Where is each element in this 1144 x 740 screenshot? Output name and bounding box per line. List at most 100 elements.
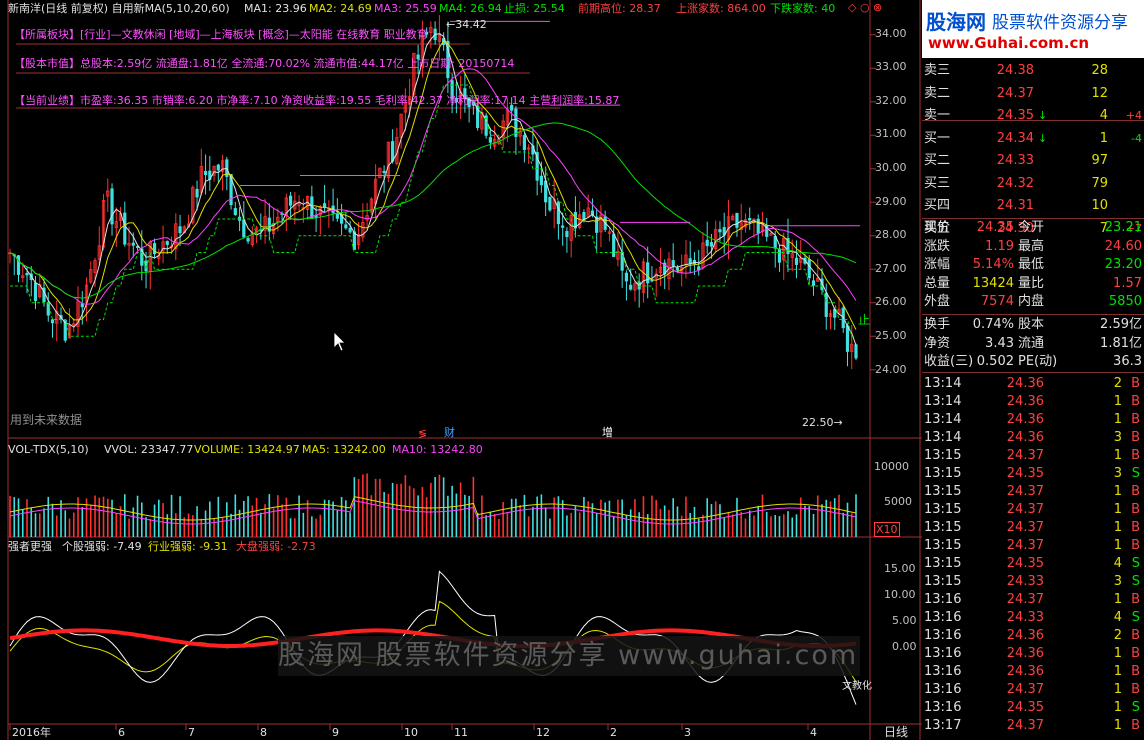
finance-mark[interactable]: 财 (444, 426, 455, 439)
stock-title: 新南洋(日线 前复权) 自用新MA(5,10,20,60) (8, 2, 230, 15)
quote-value: 23.21 (1104, 220, 1142, 235)
tick-row[interactable]: 13:15 24.37 1 B (922, 537, 1144, 555)
tick-row[interactable]: 13:14 24.36 1 B (922, 411, 1144, 429)
x-axis-label: 7 (188, 726, 195, 739)
tick-price: 24.36 (1006, 664, 1044, 679)
tick-time: 13:15 (924, 556, 962, 571)
candle-body (50, 319, 55, 324)
order-price: 24.37 (996, 85, 1034, 101)
tick-row[interactable]: 13:16 24.36 2 B (922, 627, 1144, 645)
quote-value: 36.3 (1113, 354, 1142, 370)
volume-label: VOLUME: 13424.97 (194, 443, 300, 456)
candle-body (854, 344, 858, 359)
settings-icon[interactable]: ◇ ○ ⊗ (848, 1, 882, 14)
quote-value: 13424 (972, 275, 1014, 291)
industry-strength: 行业强弱: -9.31 (148, 540, 228, 553)
ma2-label: MA2: 24.69 (309, 2, 372, 15)
tick-row[interactable]: 13:15 24.35 3 S (922, 465, 1144, 483)
candle-body (335, 213, 339, 219)
order-price: 24.33 (996, 153, 1034, 168)
strength-axis-5: 5.00 (892, 614, 917, 627)
candle-body (556, 201, 561, 225)
market-strength: 大盘强弱: -2.73 (236, 540, 316, 553)
quote-key: 最低 (1018, 257, 1045, 273)
quote-key: 内盘 (1018, 294, 1045, 310)
tick-row[interactable]: 13:16 24.36 1 B (922, 663, 1144, 681)
order-volume: 97 (1091, 153, 1108, 168)
order-price: 24.35 (996, 108, 1034, 123)
high-marker: ←34.42 (446, 18, 487, 31)
tick-row[interactable]: 13:14 24.36 2 B (922, 375, 1144, 393)
order-change: -4 (1131, 131, 1142, 145)
tick-side: B (1131, 394, 1140, 409)
strength-tail-label: 文教化 (842, 681, 872, 692)
tick-side: S (1131, 556, 1140, 571)
quote-panel: 股海网 股票软件资源分享 www.Guhai.com.cn 卖三 24.38 28 卖… (922, 0, 1144, 740)
tick-time: 13:14 (924, 430, 962, 445)
brand-url: www.Guhai.com.cn (928, 34, 1090, 52)
tick-time: 13:16 (924, 664, 962, 679)
tick-row[interactable]: 13:15 24.33 3 S (922, 573, 1144, 591)
quote-key: 涨幅 (924, 257, 951, 273)
info-sector: 【所属板块】[行业]—文教休闲 [地域]—上海板块 [概念]—太阳能 在线教育 … (14, 28, 428, 41)
quote-key: 涨跌 (924, 238, 951, 254)
tick-side: B (1131, 646, 1140, 661)
order-label: 卖三 (924, 63, 951, 78)
tick-row[interactable]: 13:14 24.36 3 B (922, 429, 1144, 447)
increase-mark[interactable]: 增 (602, 426, 613, 439)
tick-row[interactable]: 13:17 24.37 1 B (922, 717, 1144, 735)
period-tab[interactable]: 日线 (884, 726, 908, 739)
tick-row[interactable]: 13:16 24.37 1 B (922, 591, 1144, 609)
order-book-row[interactable]: 买四 24.31 10 (922, 197, 1144, 215)
quote-value: 1.81亿 (1100, 335, 1142, 351)
candle-body (203, 170, 208, 176)
tick-row[interactable]: 13:15 24.37 1 B (922, 519, 1144, 537)
quote-row: 涨幅 5.14% 最低 23.20 (922, 256, 1144, 274)
order-book-row[interactable]: 买三 24.32 79 (922, 175, 1144, 193)
down-arrow-icon: ↓ (1038, 109, 1048, 122)
order-book-row[interactable]: 卖三 24.38 28 (922, 62, 1144, 80)
tick-side: S (1131, 574, 1140, 589)
tick-row[interactable]: 13:15 24.37 1 B (922, 447, 1144, 465)
tick-row[interactable]: 13:14 24.36 1 B (922, 393, 1144, 411)
tick-row[interactable]: 13:16 24.35 1 S (922, 699, 1144, 717)
stop-marker: 止 (858, 313, 871, 327)
order-label: 买四 (924, 198, 951, 213)
candle-body (33, 282, 38, 302)
tick-price: 24.36 (1006, 376, 1044, 391)
divider (922, 120, 1144, 121)
tick-side: B (1131, 412, 1140, 427)
candle-body (548, 196, 552, 211)
tick-row[interactable]: 13:16 24.33 4 S (922, 609, 1144, 627)
brand-slogan: 股票软件资源分享 (992, 13, 1128, 33)
tick-time: 13:15 (924, 484, 962, 499)
chart-area[interactable] (0, 0, 922, 740)
x-axis-label: 4 (810, 726, 817, 739)
order-book-row[interactable]: 卖一 24.35 ↓ 4 +4 (922, 107, 1144, 125)
tick-row[interactable]: 13:16 24.37 1 B (922, 681, 1144, 699)
prev-high-label: 前期高位: 28.37 (578, 2, 661, 15)
tick-row[interactable]: 13:15 24.37 1 B (922, 483, 1144, 501)
order-change: +4 (1125, 109, 1142, 122)
low-marker: 22.50→ (802, 416, 843, 429)
tick-row[interactable]: 13:16 24.36 1 B (922, 645, 1144, 663)
tick-side: S (1131, 610, 1140, 625)
order-book-row[interactable]: 买一 24.34 ↓ 1 -4 (922, 130, 1144, 148)
strength-axis-0: 0.00 (892, 640, 917, 653)
quote-value: 5850 (1108, 294, 1142, 310)
candle-body (242, 219, 246, 238)
order-label: 卖一 (924, 108, 951, 123)
tick-time: 13:16 (924, 646, 962, 661)
strength-axis-15: 15.00 (884, 562, 916, 575)
candle-body (514, 108, 518, 137)
order-book-row[interactable]: 卖二 24.37 12 (922, 85, 1144, 103)
tick-row[interactable]: 13:15 24.35 4 S (922, 555, 1144, 573)
quote-key: 量比 (1018, 275, 1045, 291)
candle-body (123, 212, 127, 245)
tick-side: B (1131, 430, 1140, 445)
tick-row[interactable]: 13:15 24.37 1 B (922, 501, 1144, 519)
quote-key: 总量 (924, 275, 951, 291)
quote-value: 2.59亿 (1100, 317, 1142, 332)
order-book-row[interactable]: 买二 24.33 97 (922, 152, 1144, 170)
tick-side: S (1131, 700, 1140, 715)
